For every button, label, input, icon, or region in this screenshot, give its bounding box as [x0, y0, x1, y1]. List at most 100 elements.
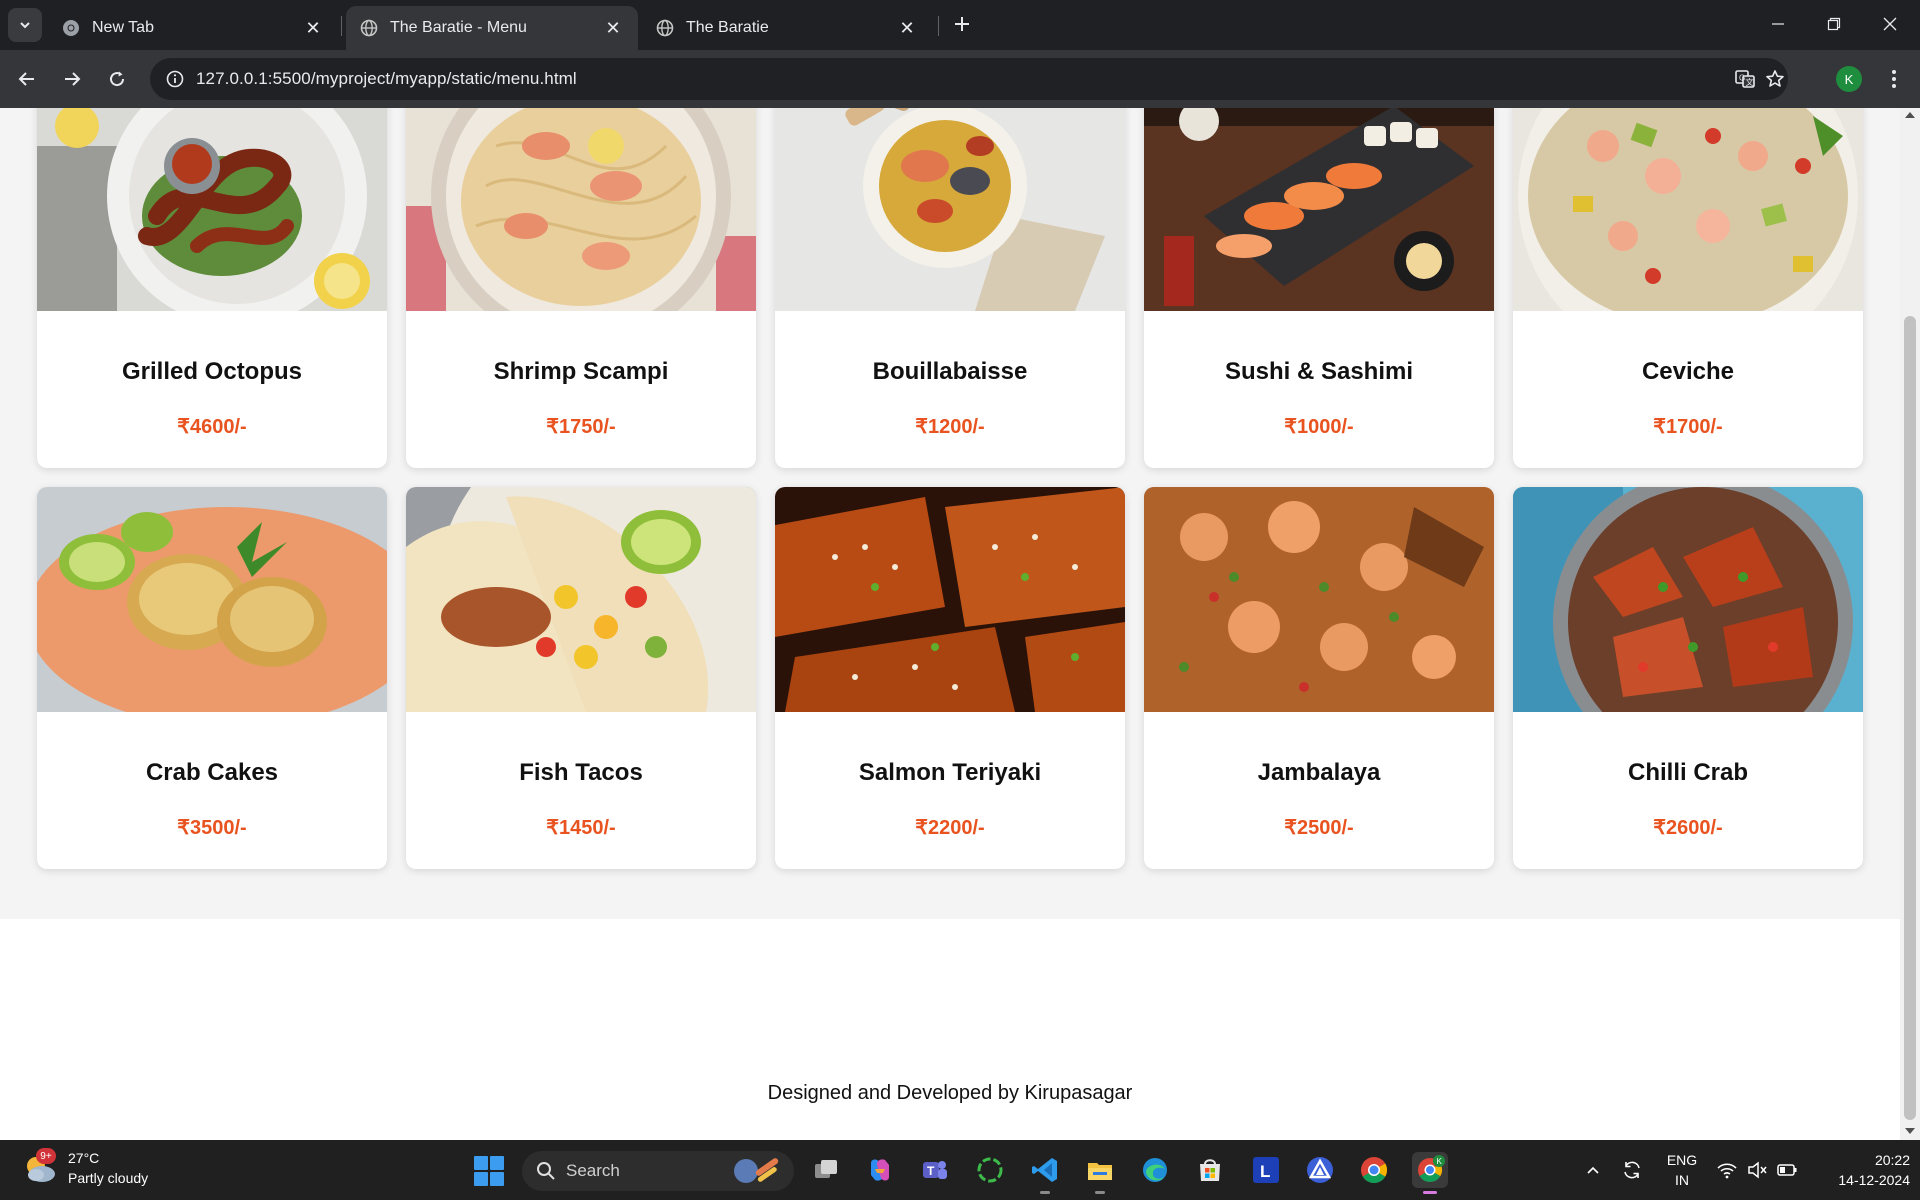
menu-card[interactable]: Shrimp Scampi ₹1750/-: [406, 108, 756, 468]
translate-icon[interactable]: G文: [1730, 64, 1760, 94]
close-icon: [1883, 17, 1897, 31]
scrollbar-thumb[interactable]: [1904, 316, 1916, 1120]
l-app-icon[interactable]: L: [1248, 1152, 1284, 1188]
close-window-button[interactable]: [1862, 0, 1918, 48]
menu-dots-icon[interactable]: [1880, 62, 1908, 96]
menu-item-name: Salmon Teriyaki: [858, 759, 1042, 786]
tab-title: New Tab: [92, 19, 154, 36]
clock-date: 14-12-2024: [1838, 1172, 1910, 1188]
close-icon[interactable]: ✕: [302, 17, 324, 39]
file-explorer-icon[interactable]: [1082, 1152, 1118, 1194]
menu-item-price: ₹1000/-: [1284, 416, 1354, 438]
weather-badge: 9+: [36, 1148, 56, 1164]
running-indicator: [1095, 1191, 1105, 1194]
footer-credit: Designed and Developed by Kirupasagar: [767, 1082, 1133, 1104]
page-scrollbar[interactable]: [1900, 108, 1920, 1140]
site-info-icon[interactable]: [160, 64, 190, 94]
menu-card[interactable]: Salmon Teriyaki ₹2200/-: [775, 487, 1125, 869]
ceviche-image: [1513, 108, 1863, 311]
fish-tacos-image: [406, 487, 756, 712]
copilot-icon[interactable]: [862, 1152, 898, 1188]
task-view-icon[interactable]: [808, 1152, 844, 1188]
menu-item-name: Ceviche: [1641, 358, 1735, 385]
restore-icon: [1827, 17, 1841, 31]
browser-toolbar: 127.0.0.1:5500/myproject/myapp/static/me…: [0, 50, 1920, 108]
close-icon[interactable]: ✕: [896, 17, 918, 39]
menu-card[interactable]: Jambalaya ₹2500/-: [1144, 487, 1494, 869]
minimize-button[interactable]: [1750, 0, 1806, 48]
tab-strip: New Tab ✕ The Baratie - Menu ✕ The Barat…: [0, 0, 1920, 50]
menu-item-name: Fish Tacos: [519, 759, 643, 786]
tab-the-baratie[interactable]: The Baratie ✕: [642, 6, 932, 50]
start-button[interactable]: [474, 1156, 504, 1186]
menu-card[interactable]: Bouillabaisse ₹1200/-: [775, 108, 1125, 468]
menu-item-name: Sushi & Sashimi: [1224, 358, 1414, 385]
chrome-icon[interactable]: [1356, 1152, 1392, 1188]
menu-card[interactable]: Sushi & Sashimi ₹1000/-: [1144, 108, 1494, 468]
scroll-down-arrow-icon[interactable]: [1905, 1128, 1915, 1134]
menu-item-price: ₹1700/-: [1653, 416, 1723, 438]
triangle-app-icon[interactable]: [1302, 1152, 1338, 1188]
tab-new-tab[interactable]: New Tab ✕: [48, 6, 338, 50]
globe-icon: [656, 19, 674, 37]
reload-button[interactable]: [100, 62, 134, 96]
weather-widget[interactable]: 9+ 27°C Partly cloudy: [22, 1148, 148, 1188]
restore-button[interactable]: [1806, 0, 1862, 48]
menu-item-price: ₹2600/-: [1653, 817, 1723, 839]
menu-card[interactable]: Chilli Crab ₹2600/-: [1513, 487, 1863, 869]
menu-card[interactable]: Fish Tacos ₹1450/-: [406, 487, 756, 869]
partly-cloudy-icon: 9+: [22, 1148, 58, 1186]
vscode-icon[interactable]: [1027, 1152, 1063, 1194]
language-indicator[interactable]: ENG IN: [1660, 1150, 1704, 1190]
plus-icon: [955, 17, 969, 31]
taskbar-search[interactable]: Search: [522, 1151, 794, 1191]
tab-title: The Baratie - Menu: [390, 19, 527, 36]
tab-the-baratie-menu[interactable]: The Baratie - Menu ✕: [346, 6, 638, 50]
menu-card[interactable]: Grilled Octopus ₹4600/-: [37, 108, 387, 468]
new-tab-button[interactable]: [948, 10, 976, 38]
region-code: IN: [1675, 1172, 1689, 1188]
sync-icon[interactable]: [1618, 1140, 1646, 1200]
edge-icon[interactable]: [1137, 1152, 1173, 1188]
profile-avatar[interactable]: K: [1836, 66, 1862, 92]
tab-separator: [341, 16, 342, 36]
tab-search-button[interactable]: [8, 8, 42, 42]
svg-text:L: L: [1260, 1162, 1270, 1181]
svg-text:K: K: [1437, 1157, 1443, 1166]
sushi-sashimi-image: [1144, 108, 1494, 311]
microsoft-store-icon[interactable]: [1192, 1152, 1228, 1188]
menu-card[interactable]: Ceviche ₹1700/-: [1513, 108, 1863, 468]
menu-item-name: Bouillabaisse: [872, 358, 1028, 385]
battery-icon[interactable]: [1774, 1140, 1800, 1200]
menu-item-price: ₹2500/-: [1284, 817, 1354, 839]
page-viewport: Grilled Octopus ₹4600/- Shrimp Scampi ₹1…: [0, 108, 1900, 1140]
bookmark-star-icon[interactable]: [1760, 64, 1790, 94]
close-icon[interactable]: ✕: [602, 17, 624, 39]
chilli-crab-image: [1513, 487, 1863, 712]
wifi-icon[interactable]: [1714, 1140, 1740, 1200]
menu-item-name: Chilli Crab: [1627, 759, 1748, 786]
scroll-up-arrow-icon[interactable]: [1905, 112, 1915, 118]
chevron-up-icon[interactable]: [1582, 1140, 1604, 1200]
globe-icon: [360, 19, 378, 37]
salmon-teriyaki-image: [775, 487, 1125, 712]
grilled-octopus-image: [37, 108, 387, 311]
chrome-profile-icon[interactable]: K: [1412, 1152, 1448, 1194]
teams-icon[interactable]: T: [916, 1152, 952, 1188]
menu-item-price: ₹3500/-: [177, 817, 247, 839]
back-button[interactable]: [10, 62, 44, 96]
forward-button[interactable]: [55, 62, 89, 96]
crab-cakes-image: [37, 487, 387, 712]
clock-time: 20:22: [1874, 1152, 1910, 1168]
bouillabaisse-image: [775, 108, 1125, 311]
jambalaya-image: [1144, 487, 1494, 712]
menu-card[interactable]: Crab Cakes ₹3500/-: [37, 487, 387, 869]
menu-item-price: ₹2200/-: [915, 817, 985, 839]
circle-app-icon[interactable]: [972, 1152, 1008, 1188]
tab-title: The Baratie: [686, 19, 769, 36]
reload-icon: [110, 71, 125, 87]
volume-muted-icon[interactable]: [1744, 1140, 1770, 1200]
system-clock[interactable]: 20:22 14-12-2024: [1800, 1150, 1910, 1190]
address-bar[interactable]: 127.0.0.1:5500/myproject/myapp/static/me…: [150, 58, 1788, 100]
svg-text:G: G: [1739, 74, 1745, 83]
